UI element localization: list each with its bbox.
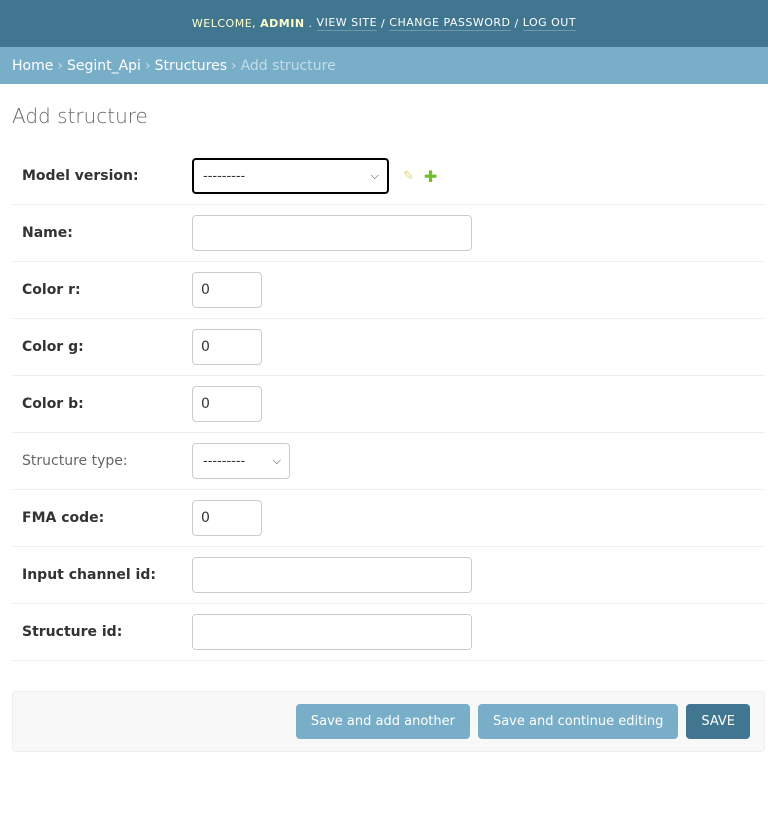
view-site-link[interactable]: VIEW SITE (316, 16, 378, 31)
model-version-value: --------- (203, 168, 246, 184)
plus-icon[interactable]: ✚ (424, 167, 437, 186)
welcome-text: WELCOME, (191, 17, 257, 30)
structure-type-label: Structure type: (22, 453, 128, 469)
form-row-structure-type: Structure type: --------- ⌵ (12, 433, 765, 490)
breadcrumb-separator: › (230, 57, 237, 74)
log-out-link[interactable]: LOG OUT (522, 16, 577, 31)
model-version-select[interactable]: --------- ⌵ (192, 158, 389, 194)
structure-type-value: --------- (203, 453, 246, 469)
color-g-input[interactable]: 0 (192, 329, 262, 365)
save-and-continue-button[interactable]: Save and continue editing (477, 704, 679, 739)
form-row-name: Name: (12, 205, 765, 262)
username-period: . (308, 17, 313, 30)
form-row-color-g: Color g: 0 (12, 319, 765, 376)
form-row-input-channel-id: Input channel id: (12, 547, 765, 604)
structure-type-select[interactable]: --------- ⌵ (192, 443, 290, 479)
username: ADMIN (260, 17, 305, 30)
submit-row: Save and add another Save and continue e… (12, 691, 765, 752)
breadcrumb-current: Add structure (240, 57, 336, 74)
breadcrumb-separator: › (144, 57, 151, 74)
color-b-input[interactable]: 0 (192, 386, 262, 422)
model-version-label: Model version: (22, 168, 139, 184)
structure-id-input[interactable] (192, 614, 472, 650)
fma-code-input[interactable]: 0 (192, 500, 262, 536)
page-title: Add structure (12, 104, 148, 128)
separator: / (381, 17, 386, 30)
related-widget-links: ✎ ✚ (403, 167, 437, 186)
color-b-label: Color b: (22, 396, 84, 412)
color-r-input[interactable]: 0 (192, 272, 262, 308)
form-row-fma-code: FMA code: 0 (12, 490, 765, 547)
user-tools: WELCOME, ADMIN. VIEW SITE / CHANGE PASSW… (191, 16, 577, 31)
name-input[interactable] (192, 215, 472, 251)
breadcrumb-model[interactable]: Structures (155, 58, 227, 74)
structure-form: Model version: --------- ⌵ ✎ ✚ Name: Col… (12, 148, 768, 661)
input-channel-id-input[interactable] (192, 557, 472, 593)
breadcrumb-app[interactable]: Segint_Api (67, 58, 141, 74)
separator: / (514, 17, 519, 30)
form-row-structure-id: Structure id: (12, 604, 765, 661)
pencil-icon[interactable]: ✎ (403, 169, 414, 184)
color-g-label: Color g: (22, 339, 84, 355)
chevron-down-icon: ⌵ (370, 169, 379, 182)
site-header: WELCOME, ADMIN. VIEW SITE / CHANGE PASSW… (0, 0, 768, 47)
chevron-down-icon: ⌵ (272, 454, 281, 467)
breadcrumb-home[interactable]: Home (12, 58, 53, 74)
save-and-add-another-button[interactable]: Save and add another (295, 704, 470, 739)
color-r-label: Color r: (22, 282, 81, 298)
content: Add structure Model version: --------- ⌵… (0, 104, 768, 752)
name-label: Name: (22, 225, 73, 241)
form-row-model-version: Model version: --------- ⌵ ✎ ✚ (12, 148, 765, 205)
structure-id-label: Structure id: (22, 624, 123, 640)
breadcrumb: Home › Segint_Api › Structures › Add str… (0, 47, 768, 84)
form-row-color-b: Color b: 0 (12, 376, 765, 433)
change-password-link[interactable]: CHANGE PASSWORD (389, 16, 511, 31)
fma-code-label: FMA code: (22, 510, 105, 526)
save-button[interactable]: SAVE (686, 704, 750, 739)
form-row-color-r: Color r: 0 (12, 262, 765, 319)
input-channel-id-label: Input channel id: (22, 567, 156, 583)
breadcrumb-separator: › (57, 57, 63, 74)
